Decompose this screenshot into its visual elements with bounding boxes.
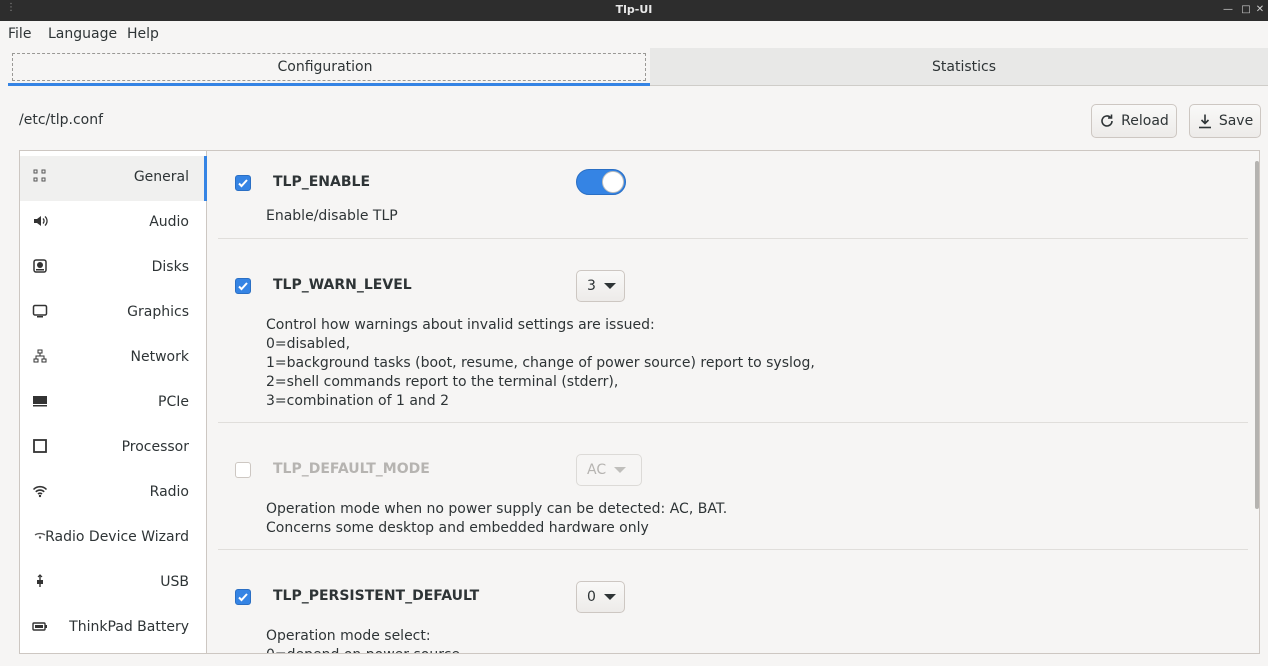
tlp-default-mode-name: TLP_DEFAULT_MODE	[273, 461, 430, 477]
sidebar-item-pcie[interactable]: PCIe	[20, 381, 207, 426]
sidebar-label: PCIe	[158, 394, 189, 410]
save-button[interactable]: Save	[1189, 104, 1261, 138]
tlp-enable-description: Enable/disable TLP	[266, 208, 398, 224]
menu-help[interactable]: Help	[127, 26, 159, 42]
sidebar-label: General	[133, 169, 189, 185]
tlp-enable-name: TLP_ENABLE	[273, 174, 371, 190]
tlp-persistent-default-description: Operation mode select: 0=depend on power…	[266, 628, 460, 653]
sidebar-item-processor[interactable]: Processor	[20, 426, 207, 471]
reload-label: Reload	[1121, 113, 1169, 129]
sidebar-item-graphics[interactable]: Graphics	[20, 291, 207, 336]
sidebar-item-audio[interactable]: Audio	[20, 201, 207, 246]
battery-icon	[32, 618, 48, 634]
network-icon	[32, 348, 48, 364]
reload-icon	[1101, 114, 1113, 127]
row-divider	[218, 238, 1248, 239]
sidebar-label: Radio Device Wizard	[45, 529, 189, 545]
scrollbar-thumb[interactable]	[1255, 161, 1259, 509]
row-divider	[218, 549, 1248, 550]
scrollbar[interactable]	[1254, 151, 1259, 653]
sidebar-label: Graphics	[127, 304, 189, 320]
tlp-default-mode-value: AC	[587, 462, 607, 478]
chevron-down-icon	[614, 467, 627, 473]
settings-list: TLP_ENABLE Enable/disable TLP TLP_WARN_L…	[218, 151, 1248, 653]
tab-active-indicator	[8, 83, 650, 86]
tlp-persistent-default-name: TLP_PERSISTENT_DEFAULT	[273, 588, 480, 604]
wifi-icon	[32, 483, 48, 499]
tlp-default-mode-description: Operation mode when no power supply can …	[266, 501, 728, 536]
config-file-path: /etc/tlp.conf	[19, 112, 104, 128]
chevron-down-icon	[603, 283, 616, 289]
tab-bar: Configuration Statistics	[0, 48, 1268, 86]
sidebar-label: ThinkPad Battery	[69, 619, 189, 635]
usb-icon	[32, 573, 48, 589]
tlp-default-mode-checkbox[interactable]	[235, 462, 251, 478]
category-sidebar: General Audio Disks Graphics Network PCI…	[20, 151, 207, 653]
tlp-persistent-default-select[interactable]: 0	[576, 581, 625, 613]
minimize-icon[interactable]: —	[1220, 2, 1236, 18]
menu-language[interactable]: Language	[48, 26, 117, 42]
tlp-enable-switch[interactable]	[576, 169, 626, 195]
disk-icon	[32, 258, 48, 274]
tlp-warn-level-select[interactable]: 3	[576, 270, 625, 302]
sidebar-label: USB	[160, 574, 189, 590]
window-title: Tlp-UI	[615, 3, 653, 16]
menu-file[interactable]: File	[8, 26, 31, 42]
checkmark-icon	[238, 593, 248, 602]
tlp-warn-level-name: TLP_WARN_LEVEL	[273, 277, 412, 293]
sidebar-item-radio-device-wizard[interactable]: Radio Device Wizard	[20, 516, 207, 561]
grid-icon	[32, 168, 48, 184]
tab-statistics[interactable]: Statistics	[660, 48, 1268, 86]
sidebar-label: Disks	[151, 259, 189, 275]
checkmark-icon	[238, 179, 248, 188]
speaker-icon	[32, 213, 48, 229]
tlp-persistent-default-value: 0	[587, 589, 596, 605]
sidebar-item-thinkpad-battery[interactable]: ThinkPad Battery	[20, 606, 207, 651]
reload-button[interactable]: Reload	[1091, 104, 1177, 138]
tlp-enable-checkbox[interactable]	[235, 175, 251, 191]
monitor-icon	[32, 303, 48, 319]
tlp-persistent-default-checkbox[interactable]	[235, 589, 251, 605]
sidebar-label: Audio	[149, 214, 189, 230]
sidebar-item-usb[interactable]: USB	[20, 561, 207, 606]
sidebar-item-general[interactable]: General	[20, 156, 207, 201]
settings-frame: General Audio Disks Graphics Network PCI…	[19, 150, 1260, 654]
tab-focus-ring	[12, 53, 646, 81]
checkmark-icon	[238, 282, 248, 291]
save-label: Save	[1218, 113, 1254, 129]
row-divider	[218, 422, 1248, 423]
chevron-down-icon	[603, 594, 616, 600]
tlp-warn-level-description: Control how warnings about invalid setti…	[266, 317, 815, 409]
close-icon[interactable]: ✕	[1252, 2, 1268, 18]
sidebar-item-network[interactable]: Network	[20, 336, 207, 381]
pcie-icon	[32, 393, 48, 409]
sidebar-item-radio[interactable]: Radio	[20, 471, 207, 516]
processor-icon	[32, 438, 48, 454]
tlp-default-mode-select[interactable]: AC	[576, 454, 642, 486]
tab-configuration[interactable]: Configuration	[0, 48, 650, 86]
tlp-warn-level-value: 3	[587, 278, 596, 294]
menu-bar: File Language Help	[0, 21, 1268, 48]
switch-knob	[602, 171, 624, 193]
tlp-warn-level-checkbox[interactable]	[235, 278, 251, 294]
sidebar-label: Processor	[121, 439, 189, 455]
sidebar-label: Network	[130, 349, 189, 365]
tab-statistics-label: Statistics	[932, 59, 996, 75]
title-bar: ⋮ Tlp-UI — □ ✕	[0, 0, 1268, 21]
sidebar-label: Radio	[149, 484, 189, 500]
download-icon	[1198, 114, 1211, 129]
sidebar-item-disks[interactable]: Disks	[20, 246, 207, 291]
